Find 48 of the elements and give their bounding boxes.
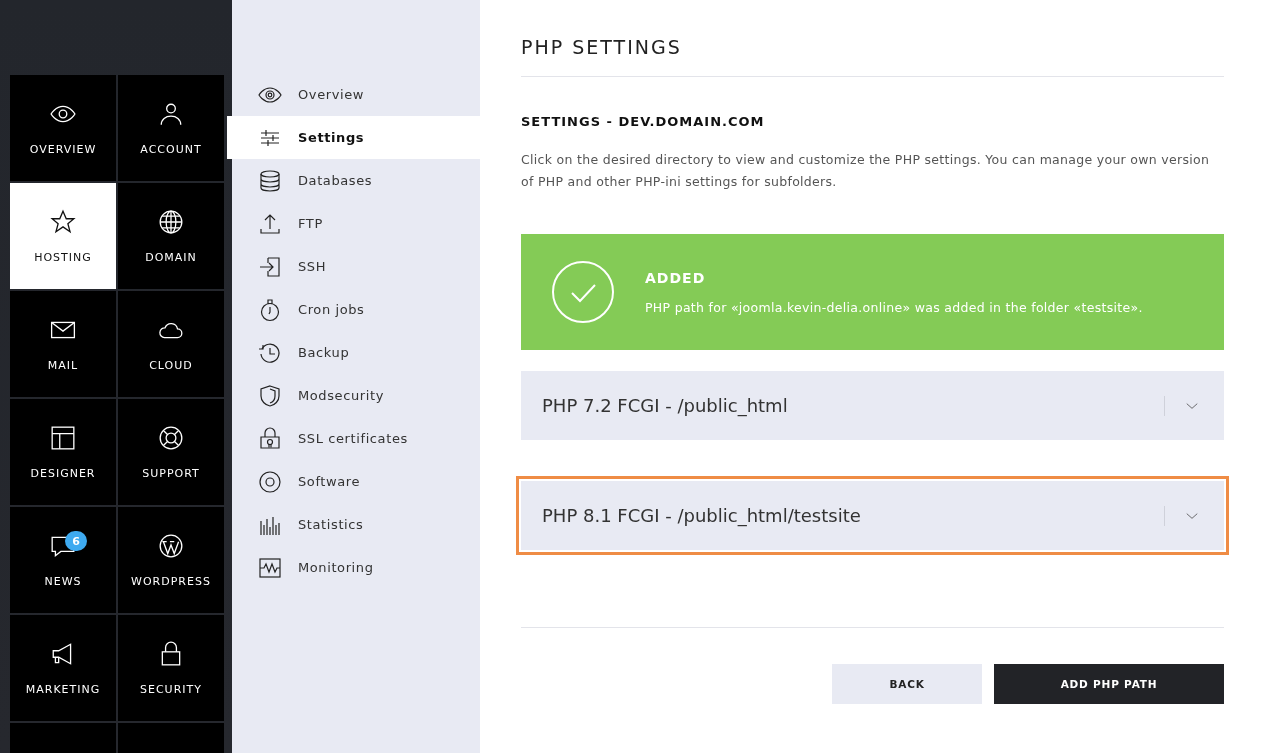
nav-tile[interactable]: HOSTING [10,183,116,289]
submenu-item[interactable]: Modsecurity [232,374,480,417]
submenu-item[interactable]: Databases [232,159,480,202]
star-icon [50,208,76,235]
nav-tile[interactable]: CLOUD [118,291,224,397]
layout-icon [50,424,76,451]
database-icon [258,168,282,193]
nav-tile[interactable]: OVERVIEW [10,75,116,181]
login-icon [258,254,282,279]
submenu-item[interactable]: Statistics [232,503,480,546]
stopwatch-icon [258,297,282,322]
nav-tile[interactable]: ACCOUNT [118,75,224,181]
submenu-item[interactable]: Overview [232,73,480,116]
padlock-icon [258,426,282,451]
submenu-item[interactable]: Cron jobs [232,288,480,331]
banner-title: ADDED [645,269,707,286]
banner-message: PHP path for «joomla.kevin-delia.online» was added in the folder «testsite». [645,299,1143,315]
add-path-button[interactable]: ADD PHP PATH [994,664,1224,704]
submenu-item[interactable]: SSL certificates [232,417,480,460]
notification-badge: 6 [65,531,87,551]
disc-icon [258,469,282,494]
wordpress-icon [158,532,184,559]
pulse-icon [258,555,282,580]
nav-tile[interactable]: SUPPORT [118,399,224,505]
description-text: Click on the desired directory to view and customize the PHP settings. You can manage your own version of PHP and other PHP-ini settings for subfolders. [521,151,1211,191]
php-path-row[interactable]: PHP 8.1 FCGI - /public_html/testsite [516,476,1229,555]
nav-tile[interactable]: DESIGNER [10,399,116,505]
globe-icon [158,208,184,235]
php-path-label: PHP 7.2 FCGI - /public_html [542,395,789,416]
nav-tile[interactable]: MARKETING [10,615,116,721]
submenu-item[interactable]: FTP [232,202,480,245]
submenu-item[interactable]: Monitoring [232,546,480,589]
submenu-item[interactable]: SSH [232,245,480,288]
shield-icon [258,383,282,408]
lifebuoy-icon [158,424,184,451]
nav-tile[interactable]: NEWS 6 [10,507,116,613]
nav-tile[interactable]: MAIL [10,291,116,397]
nav-tile[interactable]: DOMAIN [118,183,224,289]
nav-tile[interactable]: WORDPRESS [118,507,224,613]
submenu-item[interactable]: Software [232,460,480,503]
page-title: PHP SETTINGS [521,36,1224,77]
submenu-item[interactable]: Backup [232,331,480,374]
section-title: SETTINGS - DEV.DOMAIN.COM [521,114,766,129]
submenu-item[interactable]: Settings [227,116,480,159]
check-circle-icon [551,260,615,324]
back-button[interactable]: BACK [832,664,982,704]
php-path-label: PHP 8.1 FCGI - /public_html/testsite [542,505,862,526]
nav-tile[interactable]: SECURITY [118,615,224,721]
